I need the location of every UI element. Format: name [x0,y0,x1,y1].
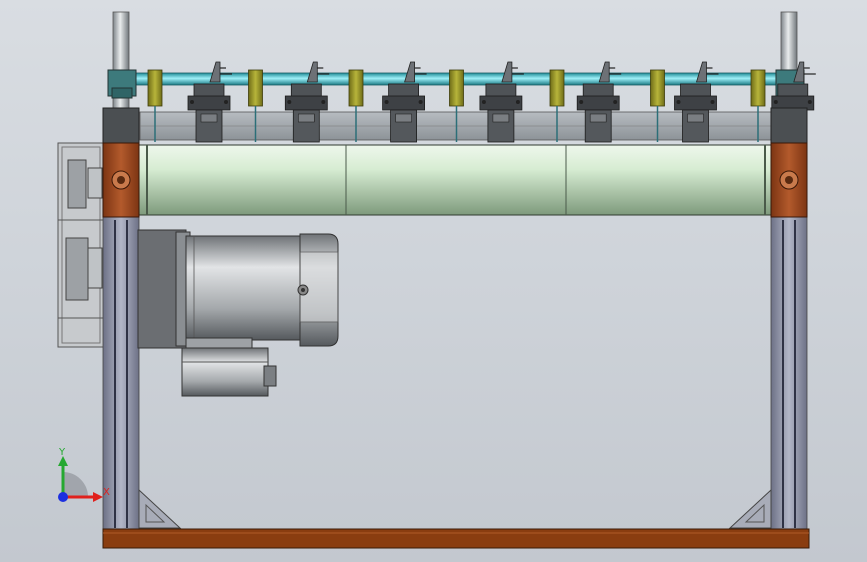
bearing-block-right [770,142,808,218]
base-plate [102,528,810,549]
gusset-left [138,488,182,529]
gusset-right [728,488,772,529]
y-axis-label: Y [58,447,66,458]
z-axis-origin [58,492,68,502]
gearbox [181,337,277,397]
main-roller [135,144,777,216]
triad-quadrant [63,472,88,497]
pulley-guard [57,142,105,348]
bearing-block-left [102,142,140,218]
x-axis-arrowhead [93,492,103,502]
coordinate-triad: Y X [58,447,110,502]
cad-viewport[interactable]: Y X [0,0,867,562]
x-axis-label: X [103,487,110,498]
drive-motor [137,229,339,349]
shaft-collar-left [107,69,137,99]
